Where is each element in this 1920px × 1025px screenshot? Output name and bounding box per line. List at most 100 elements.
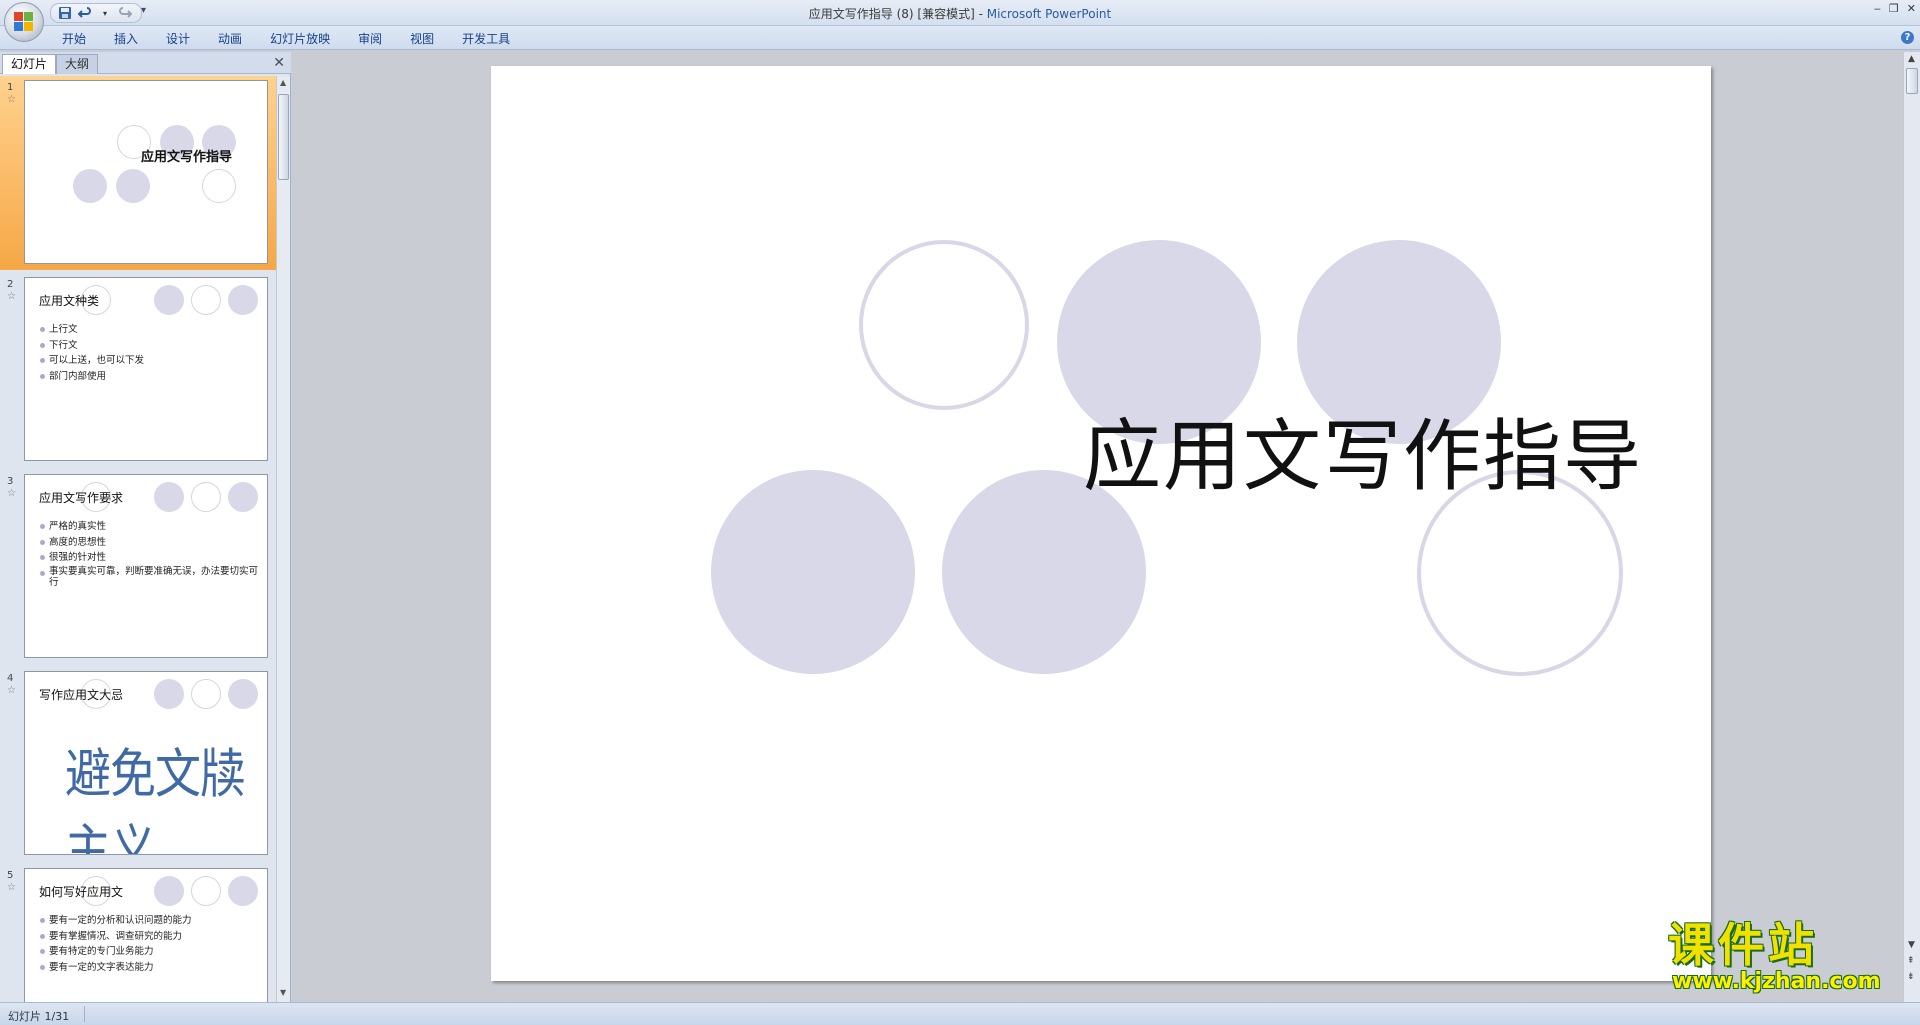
tab-slides[interactable]: 幻灯片 [2, 54, 57, 74]
next-slide-icon[interactable]: ⇟ [1907, 972, 1915, 982]
scroll-down-icon[interactable]: ▼ [1908, 940, 1915, 950]
thumbnail-row-4[interactable]: 4 ☆ 写作应用文大忌 避免文牍主义 [0, 667, 276, 861]
fill-circle [228, 876, 258, 906]
watermark-url: www.kjzhan.com [1672, 969, 1881, 994]
restore-button[interactable]: ❐ [1889, 2, 1899, 15]
current-slide[interactable]: 应用文写作指导 [491, 66, 1711, 981]
ring-circle [191, 679, 221, 709]
slide-thumbnail-1[interactable]: 应用文写作指导 [24, 80, 268, 264]
transition-star-icon: ☆ [7, 94, 16, 105]
pane-close-icon[interactable]: ✕ [273, 55, 285, 71]
tab-review[interactable]: 审阅 [344, 30, 396, 48]
watermark-logo: 课件站 www.kjzhan.com [1668, 920, 1904, 1002]
ring-circle [191, 482, 221, 512]
fill-circle [228, 482, 258, 512]
fill-circle [228, 285, 258, 315]
thumbnail-list: 1 ☆ 应用文写作指导 2 ☆ 应用文种类 上行文 下行文 可以上送，也可以下发… [0, 76, 276, 1002]
thumbnail-row-5[interactable]: 5 ☆ 如何写好应用文 要有一定的分析和认识问题的能力 要有掌握情况、调查研究的… [0, 864, 276, 1002]
thumb-bullets: 严格的真实性 高度的思想性 很强的针对性 事实要真实可靠，判断要准确无误，办法要… [39, 519, 259, 588]
fill-circle [228, 679, 258, 709]
thumb-bullets: 要有一定的分析和认识问题的能力 要有掌握情况、调查研究的能力 要有特定的专门业务… [39, 913, 259, 975]
scroll-down-icon[interactable]: ▼ [280, 988, 286, 997]
thumb-big-text: 避免文牍主义 [65, 742, 246, 855]
status-divider [84, 1006, 85, 1022]
bullet-item: 要有掌握情况、调查研究的能力 [39, 929, 259, 945]
slide-thumbnail-4[interactable]: 写作应用文大忌 避免文牍主义 [24, 671, 268, 855]
document-name: 应用文写作指导 (8) [兼容模式] - [808, 7, 987, 21]
office-logo-icon [14, 12, 34, 32]
window-controls: ‒ ❐ ✕ [1874, 2, 1916, 15]
transition-star-icon: ☆ [7, 488, 16, 499]
slide-number: 1 [7, 82, 14, 93]
bullet-item: 下行文 [39, 338, 259, 354]
ring-circle [202, 169, 236, 203]
scrollbar-thumb[interactable] [1906, 68, 1918, 94]
slide-title[interactable]: 应用文写作指导 [1083, 394, 1643, 506]
tab-developer[interactable]: 开发工具 [448, 30, 524, 48]
thumbnail-scrollbar[interactable]: ▲ ▼ [276, 76, 290, 1002]
transition-star-icon: ☆ [7, 882, 16, 893]
scroll-up-icon[interactable]: ▲ [280, 78, 286, 87]
thumb-title: 如何写好应用文 [39, 885, 124, 899]
office-button[interactable] [4, 2, 44, 42]
watermark-title: 课件站 [1668, 918, 1818, 972]
bullet-item: 严格的真实性 [39, 519, 259, 535]
bullet-item: 要有一定的分析和认识问题的能力 [39, 913, 259, 929]
tab-outline[interactable]: 大纲 [56, 54, 99, 74]
tab-home[interactable]: 开始 [48, 30, 100, 48]
tab-view[interactable]: 视图 [396, 30, 448, 48]
slide-number: 4 [7, 673, 14, 684]
fill-circle [154, 679, 184, 709]
fill-circle [154, 876, 184, 906]
slide-number: 2 [7, 279, 14, 290]
thumbnail-row-2[interactable]: 2 ☆ 应用文种类 上行文 下行文 可以上送，也可以下发 部门内部使用 [0, 273, 276, 467]
bullet-item: 要有特定的专门业务能力 [39, 944, 259, 960]
slide-counter: 幻灯片 1/31 [8, 1010, 70, 1023]
minimize-button[interactable]: ‒ [1874, 2, 1881, 15]
fill-circle [154, 285, 184, 315]
thumb-title: 写作应用文大忌 [39, 688, 124, 702]
thumbnail-row-1[interactable]: 1 ☆ 应用文写作指导 [0, 76, 276, 270]
bullet-item: 可以上送，也可以下发 [39, 353, 259, 369]
ring-circle [859, 240, 1029, 410]
app-name: Microsoft PowerPoint [986, 7, 1112, 21]
transition-star-icon: ☆ [7, 291, 16, 302]
bullet-item: 要有一定的文字表达能力 [39, 960, 259, 976]
ribbon-tabs: 开始 插入 设计 动画 幻灯片放映 审阅 视图 开发工具 [48, 30, 524, 48]
slide-thumbnail-2[interactable]: 应用文种类 上行文 下行文 可以上送，也可以下发 部门内部使用 [24, 277, 268, 461]
bullet-item: 部门内部使用 [39, 369, 259, 385]
help-icon[interactable]: ? [1901, 31, 1914, 44]
main-scrollbar[interactable]: ▲ ▼ ⇞ ⇟ [1903, 52, 1920, 1002]
thumb-title: 应用文种类 [39, 294, 100, 308]
slides-pane: 幻灯片 大纲 ✕ 1 ☆ 应用文写作指导 2 ☆ 应用文种类 上行文 下行文 可… [0, 52, 291, 1002]
scrollbar-thumb[interactable] [278, 94, 289, 180]
slide-editing-area: 应用文写作指导 [292, 52, 1903, 1002]
tab-design[interactable]: 设计 [152, 30, 204, 48]
fill-circle [73, 169, 107, 203]
thumb-title: 应用文写作指导 [141, 150, 233, 165]
tab-animations[interactable]: 动画 [204, 30, 256, 48]
slide-number: 3 [7, 476, 14, 487]
close-button[interactable]: ✕ [1907, 2, 1916, 15]
pane-tabs: 幻灯片 大纲 ✕ [0, 52, 291, 74]
slide-thumbnail-3[interactable]: 应用文写作要求 严格的真实性 高度的思想性 很强的针对性 事实要真实可靠，判断要… [24, 474, 268, 658]
status-bar: 幻灯片 1/31 [0, 1002, 1920, 1025]
tab-slide-show[interactable]: 幻灯片放映 [256, 30, 344, 48]
bullet-item: 很强的针对性 [39, 550, 259, 566]
fill-circle [116, 169, 150, 203]
bullet-item: 事实要真实可靠，判断要准确无误，办法要切实可行 [39, 566, 259, 588]
thumb-title: 应用文写作要求 [39, 491, 124, 505]
fill-circle [711, 470, 915, 674]
transition-star-icon: ☆ [7, 685, 16, 696]
title-bar: ▾ ▾ 应用文写作指导 (8) [兼容模式] - Microsoft Power… [0, 0, 1920, 26]
window-title: 应用文写作指导 (8) [兼容模式] - Microsoft PowerPoin… [0, 5, 1920, 22]
scroll-up-icon[interactable]: ▲ [1908, 54, 1915, 64]
slide-thumbnail-5[interactable]: 如何写好应用文 要有一定的分析和认识问题的能力 要有掌握情况、调查研究的能力 要… [24, 868, 268, 1002]
tab-insert[interactable]: 插入 [100, 30, 152, 48]
bullet-item: 高度的思想性 [39, 535, 259, 551]
bullet-item: 上行文 [39, 322, 259, 338]
previous-slide-icon[interactable]: ⇞ [1907, 956, 1915, 966]
ring-circle [191, 285, 221, 315]
ribbon-tabs-bar: 开始 插入 设计 动画 幻灯片放映 审阅 视图 开发工具 ? [0, 26, 1920, 50]
thumbnail-row-3[interactable]: 3 ☆ 应用文写作要求 严格的真实性 高度的思想性 很强的针对性 事实要真实可靠… [0, 470, 276, 664]
